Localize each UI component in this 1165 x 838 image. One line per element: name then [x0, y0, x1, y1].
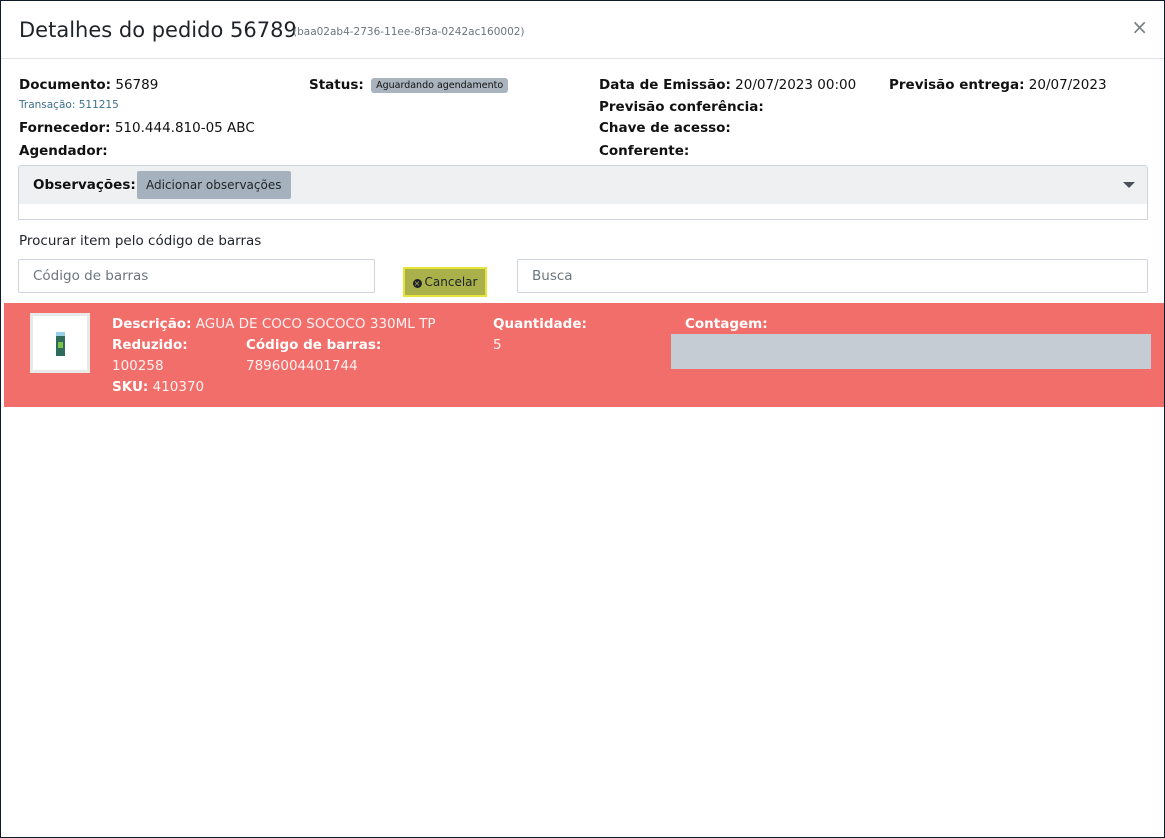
codigo-barras-value: 7896004401744	[246, 358, 358, 374]
status-label: Status:	[309, 77, 364, 93]
agendador-field: Agendador:	[19, 143, 108, 159]
product-thumbnail	[30, 313, 90, 373]
modal-header: Detalhes do pedido 56789 (baa02ab4-2736-…	[1, 1, 1164, 59]
descricao-field: Descrição: AGUA DE COCO SOCOCO 330ML TP	[112, 316, 435, 332]
codigo-barras-label: Código de barras:	[246, 337, 382, 353]
observacoes-body	[18, 204, 1148, 220]
quantidade-value: 5	[493, 337, 502, 353]
transacao-label: Transação:	[19, 99, 76, 111]
cancel-button-label: Cancelar	[424, 275, 478, 289]
previsao-entrega-value: 20/07/2023	[1028, 77, 1107, 93]
search-label: Procurar item pelo código de barras	[19, 233, 262, 249]
order-details-modal: Detalhes do pedido 56789 (baa02ab4-2736-…	[1, 1, 1164, 837]
product-image-icon	[56, 332, 65, 356]
documento-label: Documento:	[19, 77, 112, 93]
previsao-entrega-field: Previsão entrega: 20/07/2023	[889, 77, 1107, 93]
close-icon[interactable]: ×	[1131, 15, 1148, 39]
add-observacoes-button[interactable]: Adicionar observações	[137, 171, 291, 199]
reduzido-label: Reduzido:	[112, 337, 188, 353]
reduzido-value: 100258	[112, 358, 164, 374]
fornecedor-field: Fornecedor: 510.444.810-05 ABC	[19, 120, 255, 136]
chevron-down-icon[interactable]	[1123, 182, 1135, 188]
emissao-value: 20/07/2023 00:00	[735, 77, 857, 93]
fornecedor-label: Fornecedor:	[19, 120, 111, 136]
conferente-label: Conferente:	[599, 143, 690, 159]
agendador-label: Agendador:	[19, 143, 108, 159]
modal-title: Detalhes do pedido 56789	[19, 18, 297, 42]
contagem-label: Contagem:	[685, 316, 768, 332]
close-circle-icon: ×	[412, 279, 422, 288]
transacao-value: 511215	[78, 99, 119, 111]
sku-value: 410370	[152, 379, 205, 395]
sku-field: SKU: 410370	[112, 379, 204, 395]
observacoes-label: Observações:	[33, 177, 136, 193]
previsao-conferencia-label: Previsão conferência:	[599, 99, 764, 115]
status-field: Status: Aguardando agendamento	[309, 77, 509, 93]
chave-acesso-field: Chave de acesso:	[599, 120, 731, 136]
conferente-field: Conferente:	[599, 143, 689, 159]
descricao-label: Descrição:	[112, 316, 192, 332]
emissao-label: Data de Emissão:	[599, 77, 731, 93]
emissao-field: Data de Emissão: 20/07/2023 00:00	[599, 77, 856, 93]
sku-label: SKU:	[112, 379, 149, 395]
transacao-field: Transação: 511215	[19, 99, 119, 111]
documento-value: 56789	[115, 77, 159, 93]
chave-acesso-label: Chave de acesso:	[599, 120, 731, 136]
previsao-entrega-label: Previsão entrega:	[889, 77, 1025, 93]
quantidade-label: Quantidade:	[493, 316, 587, 332]
descricao-value: AGUA DE COCO SOCOCO 330ML TP	[195, 316, 436, 332]
status-badge: Aguardando agendamento	[371, 78, 509, 93]
contagem-input[interactable]	[671, 334, 1151, 369]
previsao-conferencia-field: Previsão conferência:	[599, 99, 764, 115]
fornecedor-value: 510.444.810-05 ABC	[114, 120, 255, 136]
item-row[interactable]: Descrição: AGUA DE COCO SOCOCO 330ML TP …	[4, 303, 1164, 407]
barcode-input[interactable]: Código de barras	[18, 259, 375, 293]
documento-field: Documento: 56789	[19, 77, 158, 93]
busca-input[interactable]: Busca	[517, 259, 1148, 293]
observacoes-header[interactable]: Observações: Adicionar observações	[18, 165, 1148, 205]
cancel-button[interactable]: × Cancelar	[403, 267, 487, 297]
order-uuid: (baa02ab4-2736-11ee-8f3a-0242ac160002)	[293, 26, 525, 38]
